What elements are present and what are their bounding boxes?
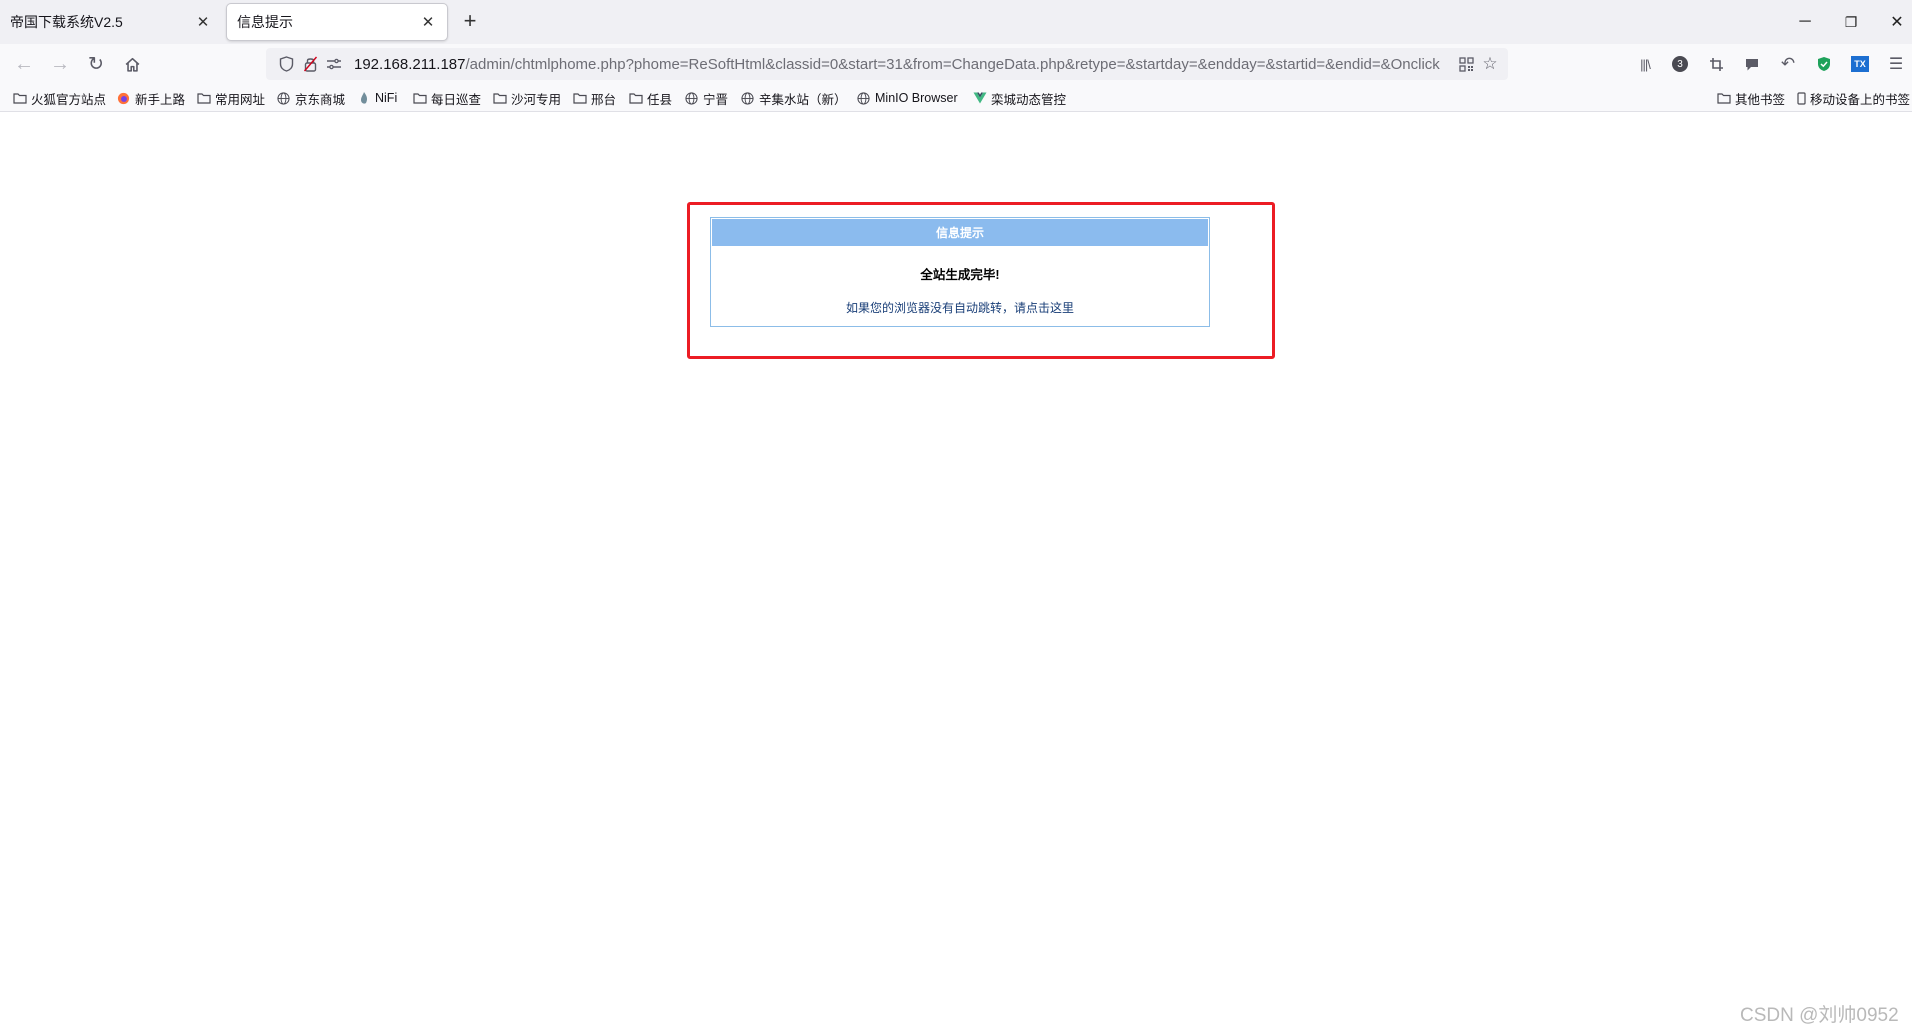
bookmark-label: 新手上路 — [135, 92, 186, 107]
forward-arrow-icon[interactable]: → — [45, 50, 75, 78]
url-host: 192.168.211.187 — [354, 55, 466, 73]
bookmark-label: 邢台 — [591, 92, 617, 107]
nifi-icon — [356, 91, 371, 105]
firefox-icon — [116, 91, 131, 105]
url-bar[interactable]: 192.168.211.187/admin/chtmlphome.php?pho… — [266, 48, 1508, 80]
bookmark-item[interactable]: 常用网址 — [196, 88, 265, 108]
url-text[interactable]: 192.168.211.187/admin/chtmlphome.php?pho… — [346, 56, 1454, 73]
bookmark-label: MinIO Browser — [875, 91, 958, 105]
bookmark-label: 沙河专用 — [511, 92, 562, 107]
folder-icon — [572, 91, 587, 105]
qr-code-icon[interactable] — [1454, 52, 1478, 76]
tracking-shield-icon[interactable] — [274, 52, 298, 76]
bookmark-item[interactable]: 每日巡查 — [412, 88, 481, 108]
library-icon[interactable]: |||\ — [1632, 52, 1658, 76]
tab-label: 帝国下载系统V2.5 — [10, 14, 123, 30]
bookmark-label: NiFi — [375, 91, 398, 105]
bookmark-item[interactable]: 栾城动态管控 — [972, 88, 1066, 108]
bookmark-star-icon[interactable]: ☆ — [1478, 52, 1502, 76]
bookmark-label: 任县 — [647, 92, 673, 107]
minimize-icon[interactable]: ─ — [1782, 0, 1828, 44]
globe-icon — [276, 91, 291, 105]
insecure-lock-icon[interactable] — [298, 52, 322, 76]
restore-icon[interactable]: ❐ — [1828, 0, 1874, 44]
folder-icon — [1716, 91, 1731, 105]
permissions-icon[interactable] — [322, 52, 346, 76]
message-title: 全站生成完毕! — [920, 268, 1000, 282]
bookmark-item[interactable]: MinIO Browser — [856, 88, 958, 108]
bookmark-item[interactable]: 京东商城 — [276, 88, 345, 108]
bookmark-item[interactable]: 辛集水站（新） — [740, 88, 847, 108]
tab-close-icon[interactable]: ✕ — [194, 13, 212, 31]
bookmark-label: 常用网址 — [215, 92, 266, 107]
bookmark-item[interactable]: 火狐官方站点 — [12, 88, 106, 108]
bookmark-item[interactable]: 沙河专用 — [492, 88, 561, 108]
bookmark-label: 火狐官方站点 — [31, 92, 107, 107]
bookmark-label: 每日巡查 — [431, 92, 482, 107]
globe-icon — [740, 91, 755, 105]
window-close-icon[interactable]: ✕ — [1874, 0, 1912, 44]
bookmark-label: 移动设备上的书签 — [1810, 92, 1911, 107]
bookmark-label: 其他书签 — [1735, 92, 1786, 107]
bookmarks-bar: 火狐官方站点 新手上路 常用网址 京东商城 NiFi 每日巡查 沙河专用 邢台 … — [0, 84, 1912, 112]
extension-badge-icon[interactable]: 3 — [1667, 52, 1693, 76]
vue-icon — [972, 91, 987, 105]
bookmark-item-mobile[interactable]: 移动设备上的书签 — [1796, 88, 1910, 108]
tab-strip: 帝国下载系统V2.5 ✕ 信息提示 ✕ + ─ ❐ ✕ — [0, 0, 1912, 44]
bookmark-item[interactable]: 任县 — [628, 88, 672, 108]
home-icon[interactable] — [117, 50, 147, 78]
tab-info-prompt[interactable]: 信息提示 ✕ — [226, 3, 448, 41]
bookmark-label: 栾城动态管控 — [991, 92, 1067, 107]
navigation-toolbar: ← → ↻ 192.168.211.187/admin/chtmlphome.p… — [0, 44, 1912, 84]
green-shield-icon[interactable] — [1811, 52, 1837, 76]
folder-icon — [12, 91, 27, 105]
menu-hamburger-icon[interactable]: ☰ — [1883, 52, 1909, 76]
redirect-link[interactable]: 如果您的浏览器没有自动跳转，请点击这里 — [711, 299, 1209, 316]
folder-icon — [628, 91, 643, 105]
undo-arrow-icon[interactable]: ↶ — [1775, 52, 1801, 76]
globe-icon — [856, 91, 871, 105]
tx-translate-icon[interactable]: TX — [1847, 52, 1873, 76]
tab-label: 信息提示 — [237, 14, 293, 30]
bookmark-item[interactable]: 宁晋 — [684, 88, 728, 108]
url-path: /admin/chtmlphome.php?phome=ReSoftHtml&c… — [465, 55, 1440, 73]
tab-empire-download[interactable]: 帝国下载系统V2.5 ✕ — [0, 3, 222, 41]
bookmark-item[interactable]: 新手上路 — [116, 88, 185, 108]
globe-icon — [684, 91, 699, 105]
bookmark-item-other[interactable]: 其他书签 — [1716, 88, 1785, 108]
csdn-watermark: CSDN @刘帅0952 — [1740, 1005, 1899, 1026]
bookmark-item[interactable]: NiFi — [356, 88, 397, 108]
chat-bubble-icon[interactable] — [1739, 52, 1765, 76]
folder-icon — [196, 91, 211, 105]
bookmark-label: 辛集水站（新） — [759, 92, 847, 107]
folder-icon — [412, 91, 427, 105]
message-box: 信息提示 全站生成完毕! 如果您的浏览器没有自动跳转，请点击这里 — [710, 217, 1210, 327]
bookmark-label: 京东商城 — [295, 92, 346, 107]
folder-icon — [492, 91, 507, 105]
reload-icon[interactable]: ↻ — [81, 50, 111, 78]
bookmark-label: 宁晋 — [703, 92, 729, 107]
mobile-icon — [1796, 91, 1806, 105]
new-tab-plus-icon[interactable]: + — [458, 10, 482, 34]
screenshot-crop-icon[interactable] — [1703, 52, 1729, 76]
tab-close-icon[interactable]: ✕ — [419, 13, 437, 31]
message-header: 信息提示 — [712, 219, 1208, 246]
back-arrow-icon[interactable]: ← — [9, 50, 39, 78]
bookmark-item[interactable]: 邢台 — [572, 88, 616, 108]
